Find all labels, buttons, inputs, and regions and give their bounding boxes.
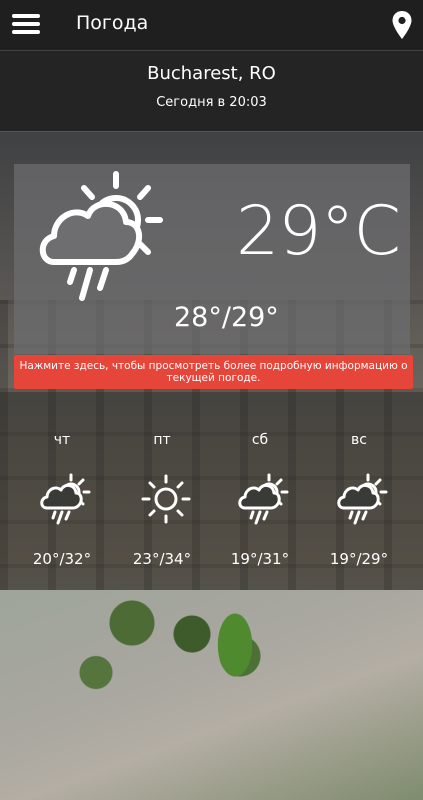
forecast-strip: чт 20°/32° пт 23°/34° сб 19°/31° вс 19°/… <box>0 392 423 590</box>
current-range: 28°/29° <box>174 302 279 333</box>
forecast-day-name: сб <box>251 432 269 448</box>
menu-icon[interactable] <box>12 12 40 36</box>
forecast-day[interactable]: вс 19°/29° <box>309 392 409 590</box>
tree <box>205 590 265 700</box>
rain-sun-cloud-icon <box>40 473 91 525</box>
page-title: Погода <box>76 12 149 34</box>
city-name: Bucharest, RO <box>147 63 276 84</box>
forecast-day-range: 23°/34° <box>132 550 192 568</box>
location-pin-icon[interactable] <box>391 10 413 40</box>
rain-sun-cloud-icon <box>337 473 388 525</box>
forecast-day-name: вс <box>351 432 367 448</box>
rain-sun-cloud-icon <box>39 171 163 301</box>
forecast-day-range: 19°/31° <box>230 550 290 568</box>
details-banner[interactable]: Нажмите здесь, чтобы просмотреть более п… <box>14 355 413 389</box>
forecast-day[interactable]: пт 23°/34° <box>112 392 212 590</box>
current-temperature: 29°C <box>236 192 401 271</box>
updated-time: Сегодня в 20:03 <box>156 95 267 110</box>
app-bar: Погода <box>0 0 423 51</box>
current-weather-card[interactable]: 29°C 28°/29° <box>14 164 410 354</box>
forecast-day-range: 20°/32° <box>32 550 92 568</box>
location-header: Bucharest, RO Сегодня в 20:03 <box>0 51 423 132</box>
forecast-day-name: чт <box>53 432 71 448</box>
forecast-day[interactable]: сб 19°/31° <box>210 392 310 590</box>
sun-icon <box>141 474 191 524</box>
forecast-day-name: пт <box>153 432 171 448</box>
forecast-day-range: 19°/29° <box>329 550 389 568</box>
rain-sun-cloud-icon <box>238 473 289 525</box>
forecast-day[interactable]: чт 20°/32° <box>12 392 112 590</box>
